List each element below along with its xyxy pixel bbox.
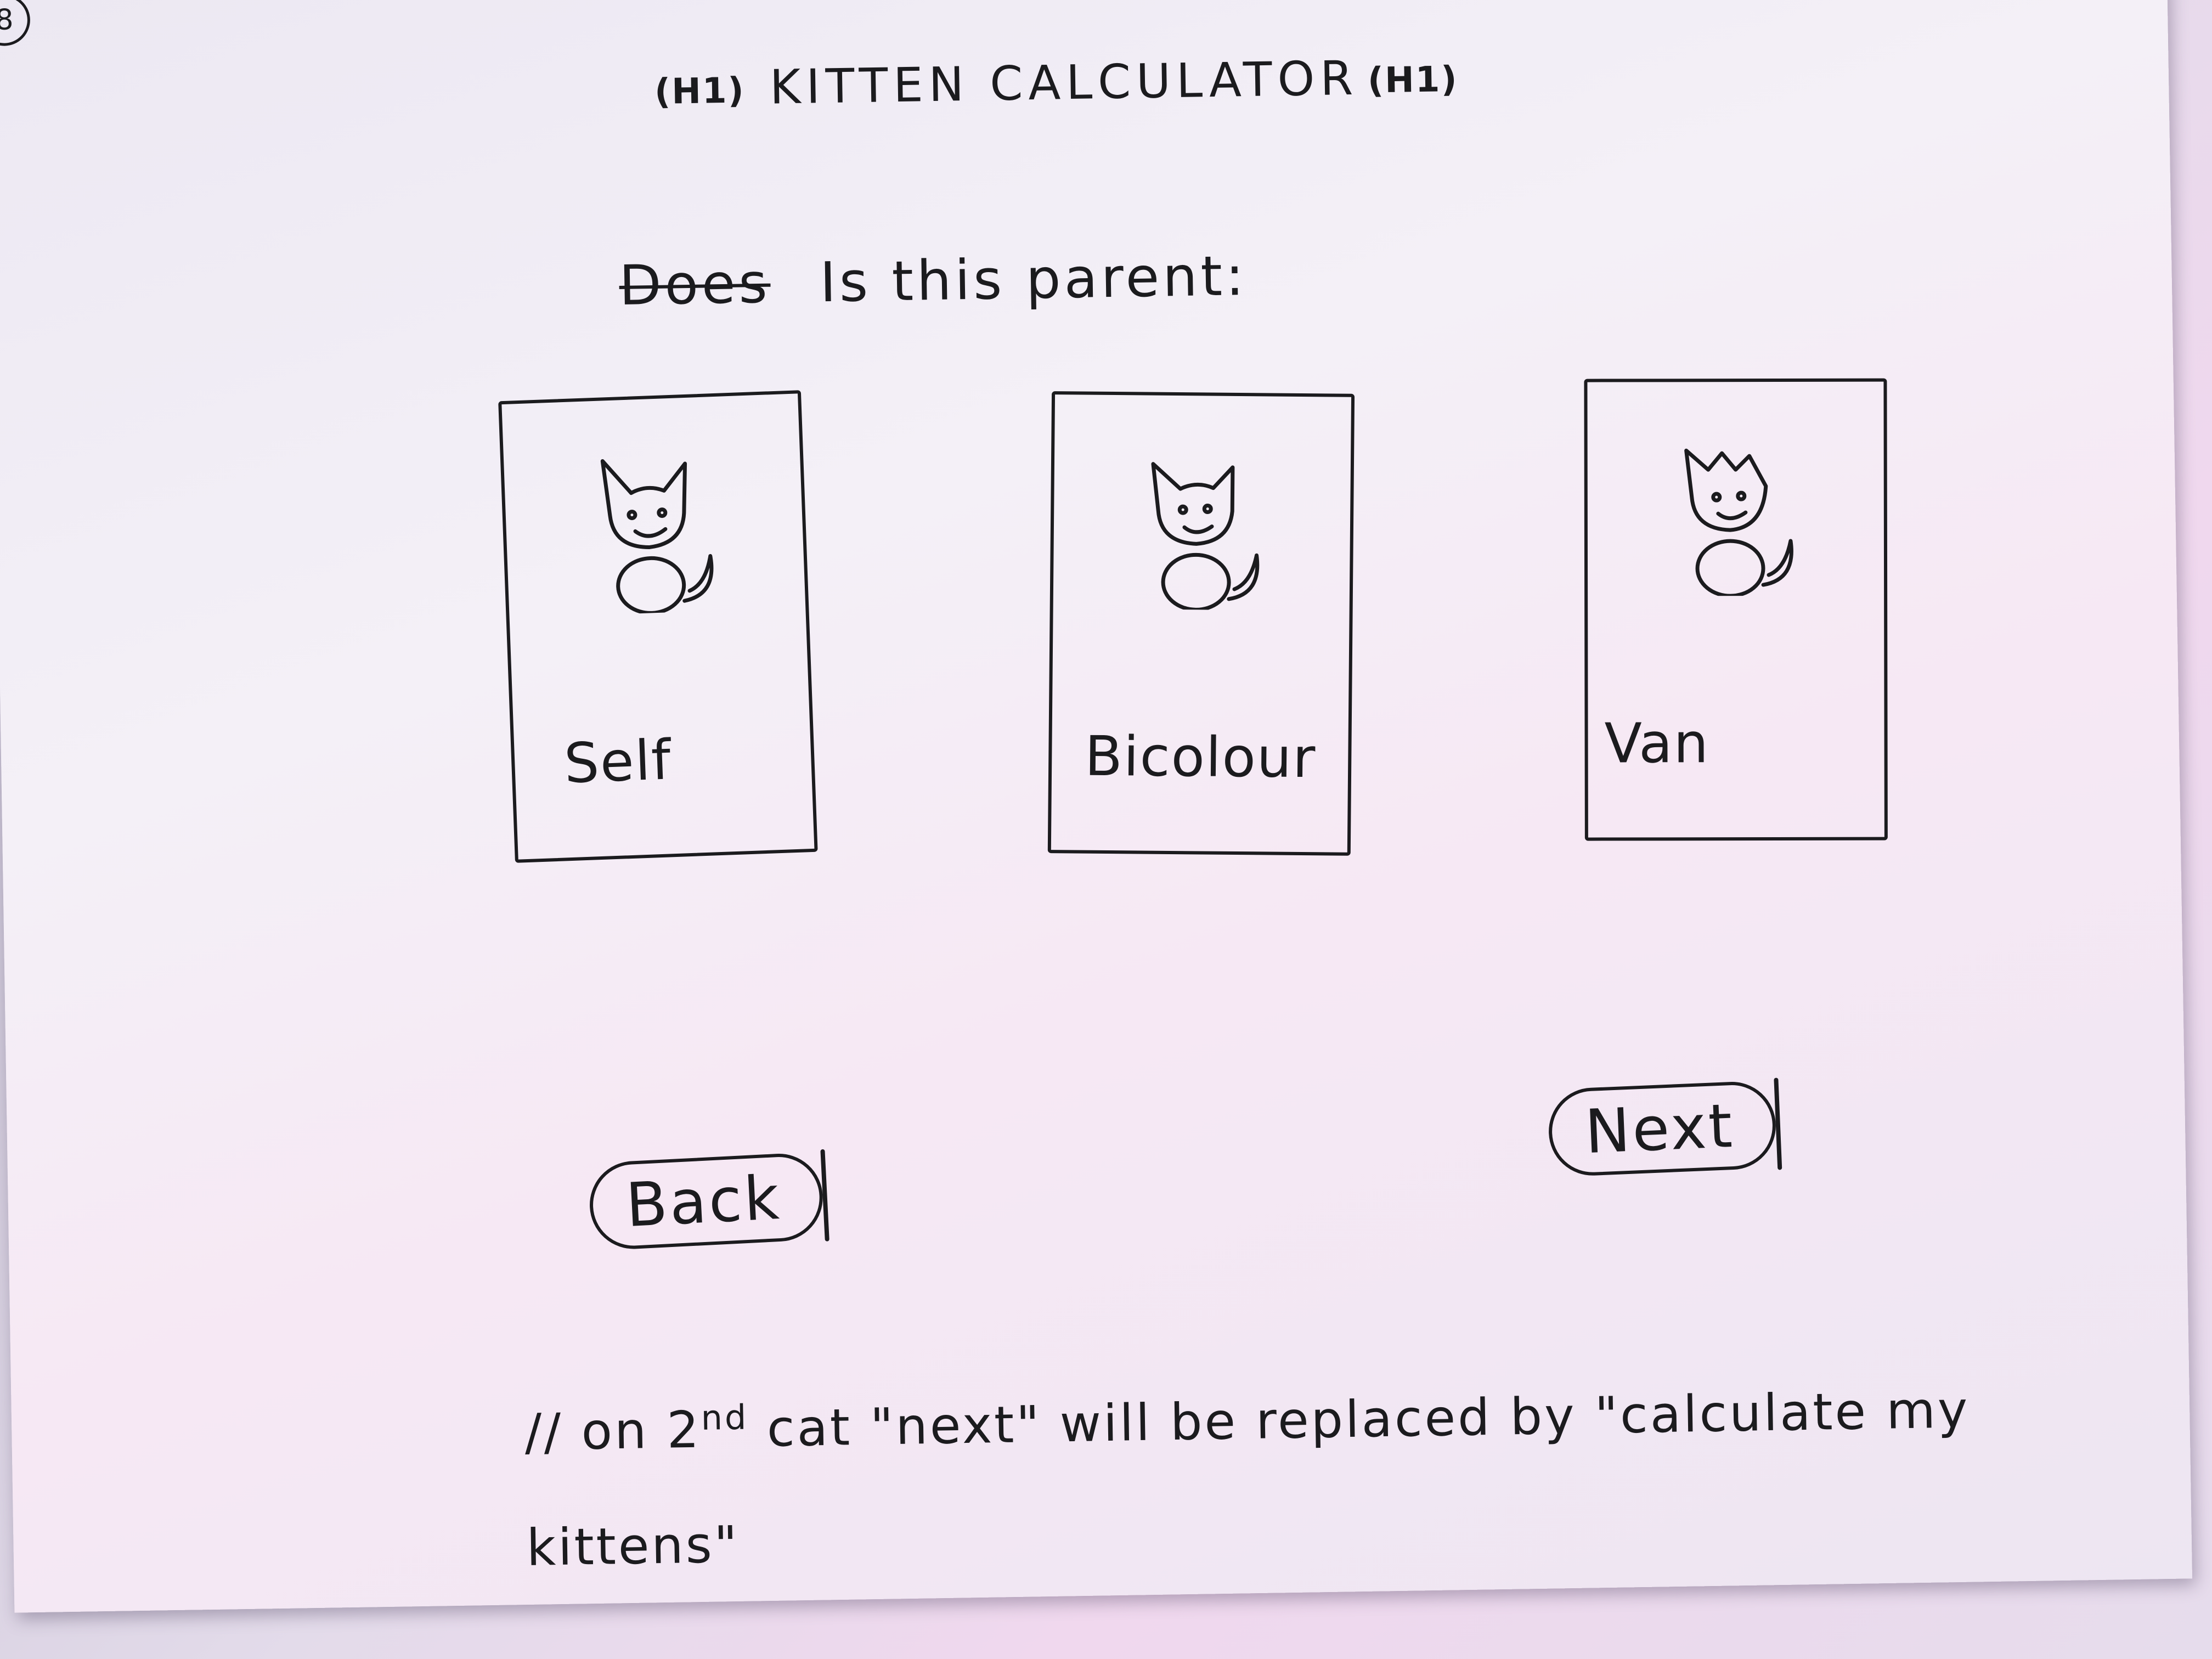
heading-tag-right: (H1) <box>1367 59 1459 101</box>
annotation-prefix: // on 2 <box>524 1400 702 1462</box>
heading-tag-left: (H1) <box>654 70 746 112</box>
page-title: KITTEN CALCULATOR <box>769 50 1359 115</box>
annotation-superscript: nd <box>701 1397 749 1438</box>
designer-annotation: // on 2nd cat "next" will be replaced by… <box>523 1338 2118 1605</box>
card-label: Bicolour <box>1084 724 1317 791</box>
page-header: (H1) KITTEN CALCULATOR (H1) <box>654 51 1459 121</box>
question-text: Is this parent: <box>819 244 1248 315</box>
next-button[interactable]: Next <box>1547 1080 1778 1177</box>
struck-word: Does <box>618 251 771 318</box>
card-label: Van <box>1604 711 1709 776</box>
cat-icon <box>600 459 714 615</box>
cat-icon <box>1151 462 1260 611</box>
cat-icon <box>1684 448 1793 596</box>
parent-option-van[interactable]: Van <box>1584 378 1888 841</box>
page-number: 8 <box>0 0 31 47</box>
card-label: Self <box>563 727 673 796</box>
sketch-paper: 8 (H1) KITTEN CALCULATOR (H1) Does Is thi… <box>0 0 2193 1613</box>
question-heading: Does Is this parent: <box>619 244 1248 318</box>
parent-option-self[interactable]: Self <box>498 390 818 863</box>
parent-option-bicolour[interactable]: Bicolour <box>1047 391 1355 856</box>
back-button[interactable]: Back <box>588 1152 825 1251</box>
